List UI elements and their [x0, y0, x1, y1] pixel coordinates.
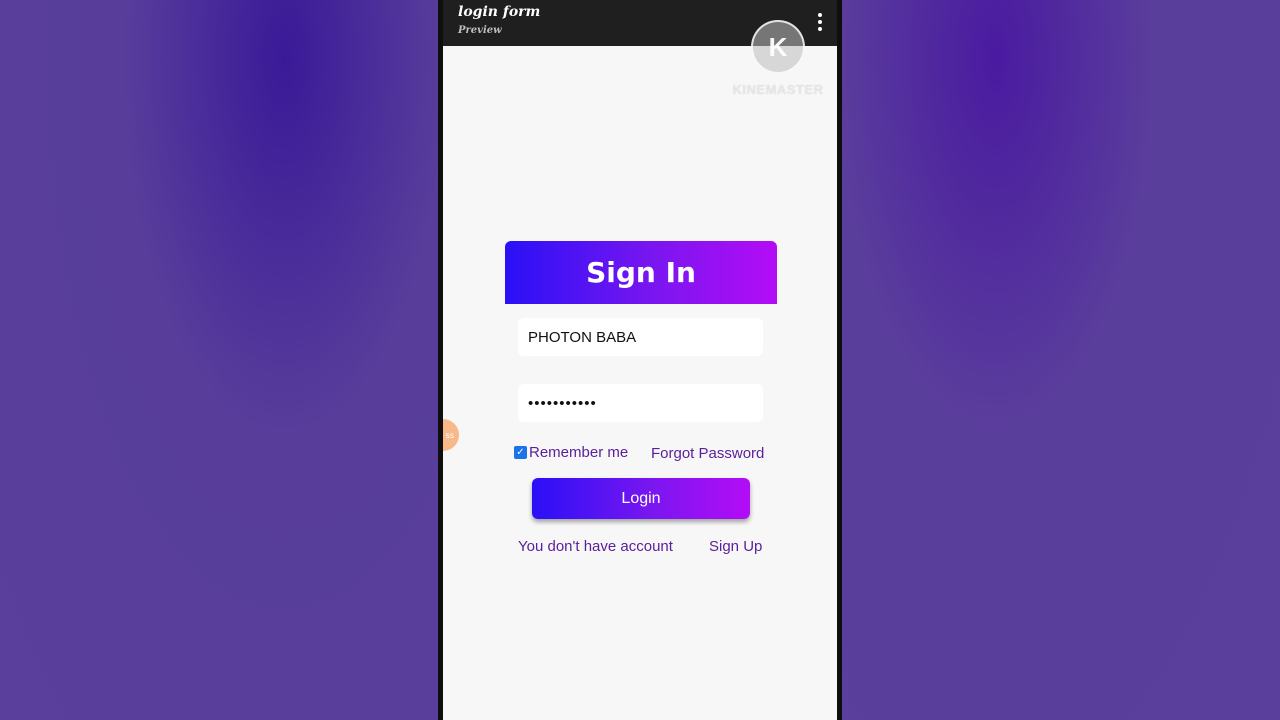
app-bar-title: login form	[458, 4, 541, 20]
watermark-text: KINEMASTER	[732, 82, 824, 97]
app-screen: login form Preview K KINEMASTER ss Sign …	[443, 0, 837, 720]
login-button[interactable]: Login	[532, 478, 750, 519]
background-left	[0, 0, 438, 720]
remember-me-label[interactable]: Remember me	[529, 444, 628, 461]
password-input[interactable]	[518, 384, 763, 422]
no-account-text: You don't have account	[518, 538, 673, 555]
sign-in-header: Sign In	[505, 241, 777, 304]
sign-in-title: Sign In	[586, 256, 696, 289]
background-right	[842, 0, 1280, 720]
forgot-password-link[interactable]: Forgot Password	[651, 445, 764, 462]
username-input[interactable]	[518, 318, 763, 356]
phone-frame: login form Preview K KINEMASTER ss Sign …	[438, 0, 842, 720]
app-bar-subtitle: Preview	[458, 25, 502, 36]
floating-bubble-icon[interactable]: ss	[443, 419, 459, 451]
remember-me-row[interactable]: ✓ Remember me	[514, 444, 628, 461]
kinemaster-watermark: K KINEMASTER	[728, 20, 828, 97]
remember-me-checkbox[interactable]: ✓	[514, 446, 527, 459]
kinemaster-logo: K	[751, 20, 805, 74]
sign-up-link[interactable]: Sign Up	[709, 538, 762, 555]
